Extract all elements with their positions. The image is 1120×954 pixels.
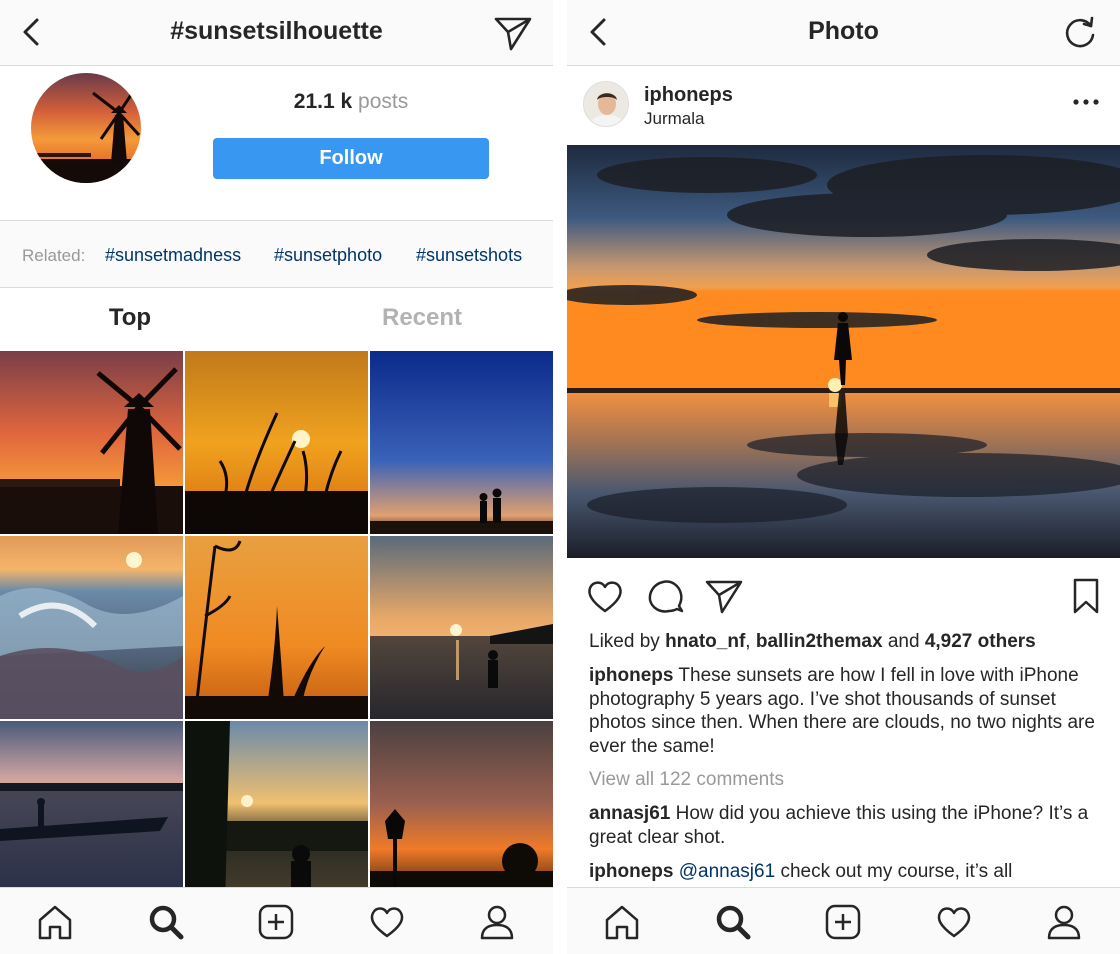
likes-others[interactable]: 4,927 others	[925, 631, 1036, 652]
more-options-icon[interactable]	[1066, 92, 1106, 112]
view-all-comments-link[interactable]: View all 122 comments	[589, 769, 784, 791]
home-icon[interactable]	[35, 902, 75, 942]
refresh-icon[interactable]	[1060, 13, 1100, 53]
post-count-label: posts	[358, 90, 409, 113]
comment-text: check out my course, it’s all	[780, 861, 1013, 882]
liker-ballin2themax[interactable]: ballin2themax	[756, 631, 883, 652]
caption-username[interactable]: iphoneps	[589, 665, 673, 686]
related-hashtags: Related: #sunsetmadness #sunsetphoto #su…	[0, 220, 553, 288]
comment-username[interactable]: annasj61	[589, 803, 670, 824]
hashtag-top-bar: #sunsetsilhouette	[0, 0, 553, 66]
profile-icon[interactable]	[477, 902, 517, 942]
liker-hnato-nf[interactable]: hnato_nf	[665, 631, 745, 652]
comment-item: annasj61 How did you achieve this using …	[589, 802, 1109, 849]
photo-title: Photo	[808, 17, 879, 45]
follow-button[interactable]: Follow	[213, 138, 489, 179]
photo-grid	[0, 351, 553, 904]
grid-photo-sea-person[interactable]	[370, 536, 553, 719]
post-count-number: 21.1 k	[293, 90, 353, 113]
hashtag-title: #sunsetsilhouette	[170, 17, 383, 45]
bookmark-icon[interactable]	[1066, 576, 1106, 616]
likes-line: Liked by hnato_nf, ballin2themax and 4,9…	[589, 631, 1036, 653]
search-icon[interactable]	[713, 902, 753, 942]
post-actions	[567, 572, 1120, 618]
bottom-nav	[567, 887, 1120, 954]
activity-heart-icon[interactable]	[367, 902, 407, 942]
share-paper-plane-icon[interactable]	[704, 576, 744, 616]
grid-photo-boat[interactable]	[0, 721, 183, 904]
search-icon[interactable]	[146, 902, 186, 942]
hashtag-avatar	[31, 73, 141, 183]
photo-screen: Photo iphoneps Jurmala Liked by hnato_nf…	[567, 0, 1120, 954]
grid-photo-waves[interactable]	[0, 536, 183, 719]
hashtag-screen: #sunsetsilhouette 21.1 k posts Follow Re…	[0, 0, 553, 954]
comment-username[interactable]: iphoneps	[589, 861, 673, 882]
post-location[interactable]: Jurmala	[644, 109, 704, 129]
tab-recent[interactable]: Recent	[292, 304, 552, 332]
related-tag-sunsetshots[interactable]: #sunsetshots	[416, 245, 522, 266]
post-header: iphoneps Jurmala	[567, 66, 1120, 145]
comment-item: iphoneps @annasj61 check out my course, …	[589, 860, 1109, 887]
bottom-nav	[0, 887, 553, 954]
photo-top-bar: Photo	[567, 0, 1120, 66]
grid-photo-lake-trees[interactable]	[185, 721, 368, 904]
comment-icon[interactable]	[645, 576, 685, 616]
grid-photo-plants[interactable]	[185, 536, 368, 719]
grid-photo-lamp[interactable]	[370, 721, 553, 904]
post-username[interactable]: iphoneps	[644, 84, 733, 107]
home-icon[interactable]	[602, 902, 642, 942]
related-tag-sunsetmadness[interactable]: #sunsetmadness	[105, 245, 241, 266]
related-label: Related:	[22, 246, 86, 265]
grid-photo-windmill[interactable]	[0, 351, 183, 534]
paper-plane-icon[interactable]	[493, 13, 533, 53]
user-avatar[interactable]	[583, 81, 629, 127]
comment-mention[interactable]: @annasj61	[679, 861, 775, 882]
likes-and: and	[887, 631, 920, 652]
post-caption: iphoneps These sunsets are how I fell in…	[589, 664, 1109, 758]
feed-tabs: Top Recent	[0, 288, 553, 350]
activity-heart-icon[interactable]	[934, 902, 974, 942]
likes-prefix: Liked by	[589, 631, 660, 652]
like-heart-icon[interactable]	[585, 576, 625, 616]
likes-separator: ,	[745, 631, 751, 652]
grid-photo-couple[interactable]	[370, 351, 553, 534]
add-post-icon[interactable]	[256, 902, 296, 942]
post-count: 21.1 k posts	[213, 90, 489, 114]
grid-photo-grass[interactable]	[185, 351, 368, 534]
related-tag-sunsetphoto[interactable]: #sunsetphoto	[274, 245, 382, 266]
tab-top[interactable]: Top	[0, 304, 260, 332]
profile-icon[interactable]	[1044, 902, 1084, 942]
screen-divider	[553, 0, 567, 954]
post-photo[interactable]	[567, 145, 1120, 558]
add-post-icon[interactable]	[823, 902, 863, 942]
